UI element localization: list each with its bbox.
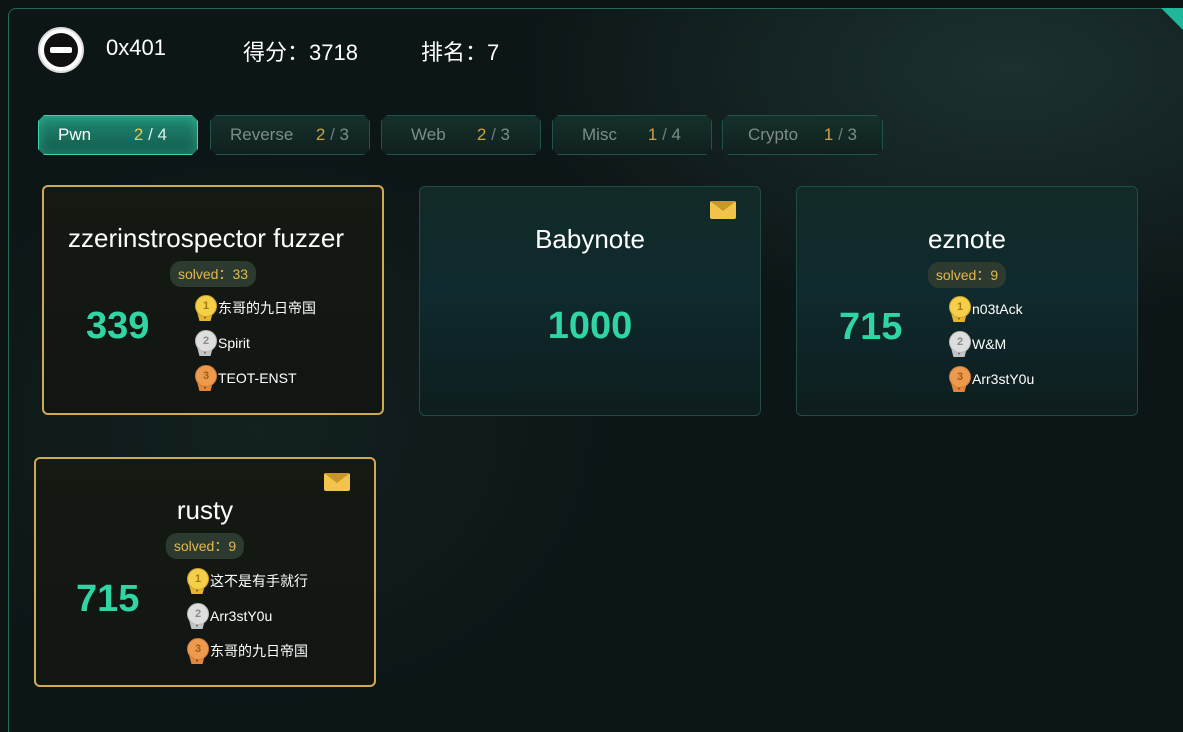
gold-medal-icon: 1 <box>186 568 209 594</box>
tab-label: Web <box>411 125 446 144</box>
tab-progress: 2 / 3 <box>476 125 510 144</box>
first-blood-row: 1 这不是有手就行 <box>186 568 308 594</box>
tab-label: Pwn <box>58 125 92 144</box>
second-blood-team: Spirit <box>218 335 250 351</box>
solved-count-badge: solved：33 <box>169 261 257 287</box>
corner-accent <box>1161 8 1183 30</box>
second-blood-team: W&M <box>972 336 1007 352</box>
tab-progress: 1 / 4 <box>647 125 681 144</box>
second-blood-row: 2 W&M <box>948 331 1006 357</box>
bronze-medal-icon: 3 <box>186 638 209 664</box>
mail-icon <box>324 473 350 491</box>
frame-top-line <box>63 8 1163 9</box>
challenge-card[interactable]: zzerinstrospector fuzzer solved：33 339 1… <box>42 185 384 415</box>
gold-medal-icon: 1 <box>194 295 217 321</box>
silver-medal-icon: 2 <box>194 330 217 356</box>
third-blood-team: TEOT-ENST <box>218 370 297 386</box>
second-blood-row: 2 Spirit <box>194 330 250 356</box>
first-blood-row: 1 东哥的九日帝国 <box>194 295 316 321</box>
challenge-card[interactable]: rusty solved：9 715 1 这不是有手就行 2 Arr3stY0u… <box>34 457 376 687</box>
third-blood-row: 3 TEOT-ENST <box>194 365 297 391</box>
challenge-title: eznote <box>927 224 1007 254</box>
first-blood-row: 1 n03tAck <box>948 296 1023 322</box>
tab-crypto[interactable]: Crypto 1 / 3 <box>722 115 883 155</box>
tab-progress: 2 / 4 <box>133 125 167 144</box>
challenge-title: zzerinstrospector fuzzer <box>68 223 344 253</box>
team-score: 得分：3718 <box>243 40 358 65</box>
tab-web[interactable]: Web 2 / 3 <box>381 115 541 155</box>
tab-label: Crypto <box>748 125 799 144</box>
tab-label: Reverse <box>230 125 294 144</box>
tab-progress: 2 / 3 <box>315 125 349 144</box>
bronze-medal-icon: 3 <box>194 365 217 391</box>
bronze-medal-icon: 3 <box>948 366 971 392</box>
tab-progress: 1 / 3 <box>823 125 857 144</box>
tab-misc[interactable]: Misc 1 / 4 <box>552 115 712 155</box>
third-blood-team: Arr3stY0u <box>972 371 1035 387</box>
challenge-card[interactable]: Babynote 1000 <box>419 186 761 416</box>
first-blood-team: n03tAck <box>972 301 1023 317</box>
solved-count-badge: solved：9 <box>927 262 1007 288</box>
gold-medal-icon: 1 <box>948 296 971 322</box>
challenge-points: 339 <box>86 305 150 347</box>
second-blood-team: Arr3stY0u <box>210 608 273 624</box>
tab-pwn[interactable]: Pwn 2 / 4 <box>38 115 198 155</box>
silver-medal-icon: 2 <box>186 603 209 629</box>
silver-medal-icon: 2 <box>948 331 971 357</box>
third-blood-row: 3 Arr3stY0u <box>948 366 1034 392</box>
solved-count-badge: solved：9 <box>165 533 245 559</box>
team-rank: 排名：7 <box>421 40 500 65</box>
challenge-title: rusty <box>176 495 234 525</box>
tab-reverse[interactable]: Reverse 2 / 3 <box>210 115 370 155</box>
mail-icon <box>710 201 736 219</box>
first-blood-team: 东哥的九日帝国 <box>218 300 316 316</box>
challenge-points: 715 <box>839 306 903 348</box>
challenge-points: 715 <box>76 578 140 620</box>
second-blood-row: 2 Arr3stY0u <box>186 603 272 629</box>
tab-label: Misc <box>582 125 617 144</box>
third-blood-row: 3 东哥的九日帝国 <box>186 638 308 664</box>
challenge-title: Babynote <box>535 224 645 254</box>
team-name: 0x401 <box>106 35 166 60</box>
team-avatar[interactable] <box>38 27 84 73</box>
avatar-logo-icon <box>44 33 78 67</box>
challenge-card[interactable]: eznote solved：9 715 1 n03tAck 2 W&M 3 Ar… <box>796 186 1138 416</box>
first-blood-team: 这不是有手就行 <box>210 573 308 589</box>
challenge-points: 1000 <box>547 305 633 347</box>
third-blood-team: 东哥的九日帝国 <box>210 643 308 659</box>
